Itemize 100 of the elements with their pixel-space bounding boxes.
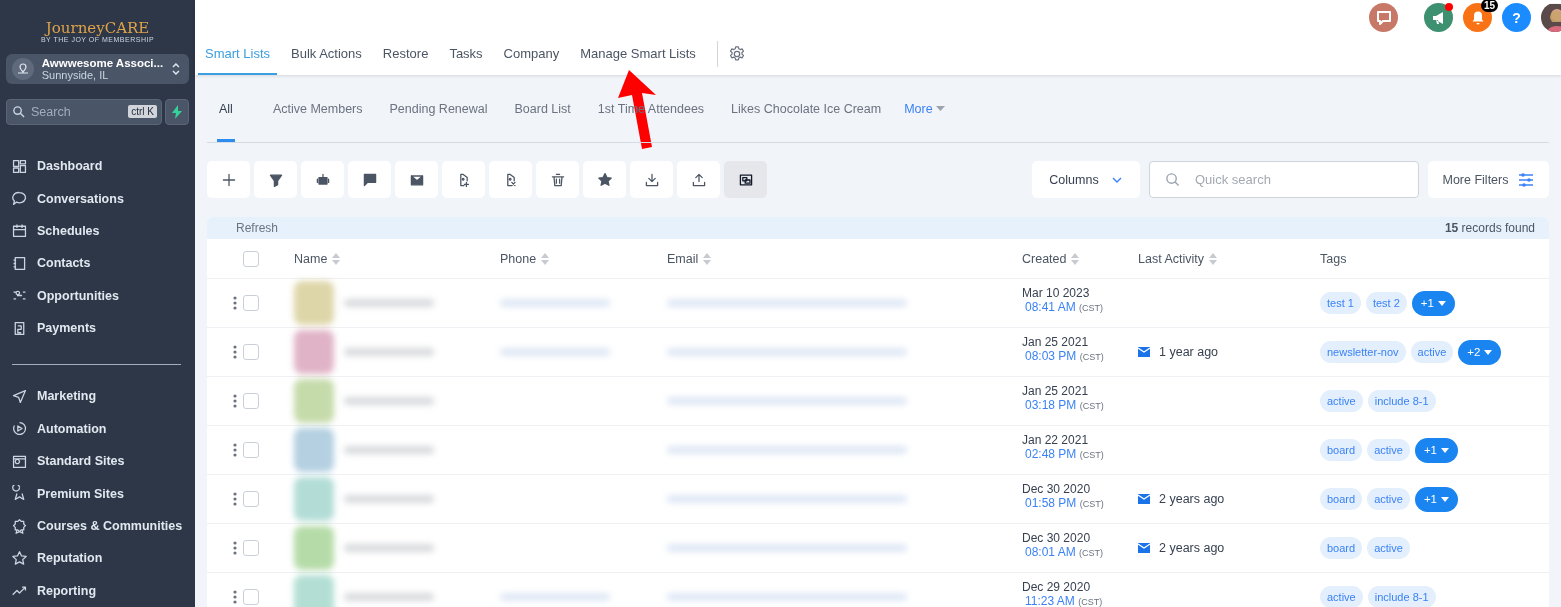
list-tab[interactable]: Pending Renewal — [389, 75, 488, 142]
list-tab[interactable]: Active Members — [272, 75, 363, 142]
toolbar-icon — [643, 171, 660, 188]
chat-button[interactable] — [1369, 3, 1398, 32]
tag: include 8-1 — [1367, 586, 1436, 607]
row-menu-icon[interactable] — [233, 296, 237, 310]
list-tab[interactable]: All — [217, 75, 235, 142]
row-menu-icon[interactable] — [233, 541, 237, 555]
settings-icon — [727, 45, 746, 63]
search-icon — [1165, 172, 1180, 187]
caret-icon — [1437, 300, 1446, 306]
column-header[interactable]: Last Activity — [1138, 251, 1204, 266]
last-activity: 2 years ago — [1159, 541, 1225, 555]
search-icon — [12, 105, 25, 119]
row-checkbox[interactable] — [243, 491, 259, 507]
row-menu-icon[interactable] — [233, 492, 237, 506]
nav-item[interactable]: Dashboard — [6, 149, 189, 183]
nav-item[interactable]: Schedules — [6, 214, 189, 248]
column-header[interactable]: Name — [294, 251, 328, 266]
more-tags-button[interactable]: +1 — [1414, 437, 1458, 463]
quick-search-field[interactable]: Quick search — [1149, 161, 1419, 198]
toolbar-icon — [549, 171, 566, 188]
nav-item[interactable]: Conversations — [6, 182, 189, 215]
lightning-icon — [172, 104, 182, 119]
tab[interactable]: Restore — [375, 33, 436, 75]
row-menu-icon[interactable] — [233, 345, 237, 359]
location-icon — [12, 57, 34, 80]
tag: test 1 — [1320, 292, 1361, 314]
select-all-checkbox[interactable] — [243, 250, 259, 267]
nav-item[interactable]: Reporting — [6, 574, 189, 607]
created-date: Jan 25 2021 — [1022, 384, 1090, 398]
toolbar-button[interactable] — [348, 161, 391, 198]
toolbar-button[interactable] — [395, 161, 438, 198]
row-menu-icon[interactable] — [233, 590, 237, 604]
tab[interactable]: Tasks — [442, 33, 490, 75]
row-checkbox[interactable] — [243, 589, 259, 605]
tab[interactable]: Company — [496, 33, 567, 75]
tag: active — [1367, 439, 1410, 461]
column-header[interactable]: Email — [667, 251, 699, 266]
chevron-down-icon — [1110, 175, 1123, 184]
row-checkbox[interactable] — [243, 442, 259, 458]
toolbar-icon — [690, 171, 707, 188]
list-tab[interactable]: Board List — [514, 75, 571, 142]
chat-icon — [1375, 9, 1392, 26]
nav-item[interactable]: Automation — [6, 412, 189, 446]
nav-item[interactable]: Reputation — [6, 542, 189, 575]
nav-item[interactable]: Premium Sites — [6, 477, 189, 510]
quick-action-button[interactable] — [165, 98, 189, 125]
more-tags-button[interactable]: +2 — [1458, 339, 1502, 365]
more-filters-button[interactable]: More Filters — [1428, 161, 1549, 198]
logo: JourneyCARE — [45, 20, 150, 36]
email-icon — [1138, 347, 1150, 357]
row-menu-icon[interactable] — [233, 443, 237, 457]
tab[interactable]: Manage Smart Lists — [573, 33, 703, 75]
toolbar-button[interactable] — [254, 161, 297, 198]
column-header[interactable]: Created — [1022, 251, 1067, 266]
toolbar-button[interactable] — [442, 161, 485, 198]
column-header[interactable]: Phone — [500, 251, 537, 266]
row-checkbox[interactable] — [243, 540, 259, 556]
row-menu-icon[interactable] — [233, 394, 237, 408]
created-date: Dec 30 2020 — [1022, 482, 1092, 496]
toolbar-button[interactable] — [536, 161, 579, 198]
announcements-button[interactable] — [1424, 3, 1453, 32]
search-field[interactable]: Search ctrl K — [6, 98, 162, 125]
refresh-link[interactable]: Refresh — [236, 221, 279, 235]
list-tab[interactable]: Likes Chocolate Ice Cream — [731, 75, 882, 142]
toolbar-button[interactable] — [724, 161, 767, 198]
more-dropdown[interactable]: More — [904, 101, 945, 116]
account-name: Awwwesome Associ... — [41, 56, 164, 69]
nav-icon — [11, 254, 28, 272]
chevron-up-down-icon — [171, 60, 181, 77]
toolbar-button[interactable] — [583, 161, 626, 198]
nav-item[interactable]: Payments — [6, 311, 189, 345]
toolbar-icon — [596, 171, 613, 188]
nav-item[interactable]: Opportunities — [6, 279, 189, 312]
more-tags-button[interactable]: +1 — [1411, 290, 1455, 316]
created-time: 01:58 PM (CST) — [1024, 496, 1105, 511]
user-avatar[interactable] — [1541, 3, 1561, 32]
created-date: Dec 29 2020 — [1022, 580, 1092, 594]
created-date: Jan 22 2021 — [1022, 433, 1090, 447]
toolbar-icon — [220, 171, 237, 188]
row-checkbox[interactable] — [243, 393, 259, 409]
nav-item[interactable]: Courses & Communities — [6, 509, 189, 543]
tab[interactable]: Bulk Actions — [284, 33, 369, 75]
tag: active — [1367, 537, 1410, 559]
toolbar-button[interactable] — [489, 161, 532, 198]
account-switcher[interactable]: Awwwesome Associ... Sunnyside, IL — [6, 54, 189, 84]
columns-dropdown[interactable]: Columns — [1032, 161, 1140, 198]
nav-item[interactable]: Contacts — [6, 247, 189, 280]
notification-count: 15 — [1480, 0, 1498, 12]
nav-item[interactable]: Marketing — [6, 380, 189, 413]
row-checkbox[interactable] — [243, 295, 259, 311]
nav-item[interactable]: Standard Sites — [6, 445, 189, 478]
toolbar-button[interactable] — [301, 161, 344, 198]
nav-icon — [11, 190, 28, 207]
column-header[interactable]: Tags — [1320, 251, 1347, 266]
row-checkbox[interactable] — [243, 344, 259, 360]
caret-icon — [1484, 349, 1493, 355]
tag: include 8-1 — [1367, 390, 1436, 412]
more-tags-button[interactable]: +1 — [1414, 486, 1458, 512]
